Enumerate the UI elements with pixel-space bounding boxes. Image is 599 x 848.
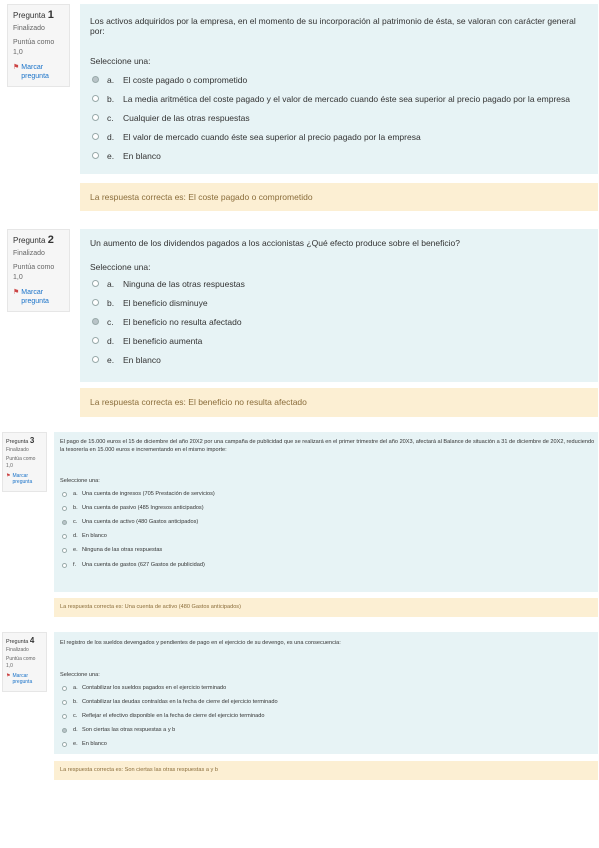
answer-option[interactable]: b. Contabilizar las deudas contraídas en … <box>62 695 278 709</box>
flag-icon: ⚑ <box>6 673 11 679</box>
answer-option[interactable]: b. Una cuenta de pasivo (485 Ingresos ant… <box>62 501 215 515</box>
question-info: Pregunta 3 Finalizado Puntúa como 1,0 ⚑ … <box>2 432 47 492</box>
answer-radio[interactable] <box>92 318 99 325</box>
question-number: Pregunta 3 <box>6 436 35 445</box>
answer-prompt: Seleccione una: <box>90 262 151 272</box>
answer-option[interactable]: e. En blanco <box>92 350 245 369</box>
answer-option[interactable]: c. Cualquier de las otras respuestas <box>92 108 570 127</box>
question-text: Un aumento de los dividendos pagados a l… <box>90 238 460 248</box>
answer-radio[interactable] <box>92 133 99 140</box>
answer-option[interactable]: c. Una cuenta de activo (480 Gastos antic… <box>62 515 215 529</box>
answer-list: a. Ninguna de las otras respuestas b. El b… <box>92 274 245 369</box>
question-number: Pregunta 2 <box>13 234 54 246</box>
question-text: Los activos adquiridos por la empresa, e… <box>90 16 576 36</box>
answer-radio[interactable] <box>92 337 99 344</box>
answer-radio[interactable] <box>62 713 67 719</box>
flag-icon: ⚑ <box>13 64 20 71</box>
answer-option[interactable]: e. En blanco <box>62 737 278 751</box>
question-grade: Puntúa como 1,0 <box>13 264 55 281</box>
answer-radio[interactable] <box>92 356 99 363</box>
answer-radio[interactable] <box>62 533 67 539</box>
answer-radio[interactable] <box>62 727 67 733</box>
answer-option[interactable]: a. Una cuenta de ingresos (705 Prestación… <box>62 487 215 501</box>
answer-list: a. Una cuenta de ingresos (705 Prestación… <box>62 487 215 573</box>
answer-option[interactable]: d. Son ciertas las otras respuestas a y b <box>62 723 278 737</box>
answer-prompt: Seleccione una: <box>60 478 100 484</box>
question-state: Finalizado <box>13 250 45 257</box>
answer-radio[interactable] <box>92 280 99 287</box>
question-content: El registro de los sueldos devengados y … <box>54 632 598 754</box>
question-grade: Puntúa como 1,0 <box>6 656 36 669</box>
question-info: Pregunta 4 Finalizado Puntúa como 1,0 ⚑ … <box>2 632 47 692</box>
flag-question-link[interactable]: ⚑ Marcar pregunta <box>13 288 64 306</box>
question-state: Finalizado <box>13 25 45 32</box>
flag-question-link[interactable]: ⚑ Marcar pregunta <box>13 63 64 81</box>
answer-prompt: Seleccione una: <box>90 56 151 66</box>
answer-option[interactable]: c. Reflejar el efectivo disponible en la … <box>62 709 278 723</box>
question-text: El registro de los sueldos devengados y … <box>60 640 341 646</box>
answer-option[interactable]: d. El valor de mercado cuando éste sea su… <box>92 127 570 146</box>
answer-option[interactable]: c. El beneficio no resulta afectado <box>92 312 245 331</box>
flag-question-link[interactable]: ⚑ Marcar pregunta <box>6 473 43 485</box>
answer-radio[interactable] <box>62 699 67 705</box>
answer-radio[interactable] <box>62 519 67 525</box>
question-state: Finalizado <box>6 447 29 453</box>
answer-radio[interactable] <box>92 152 99 159</box>
answer-radio[interactable] <box>62 505 67 511</box>
answer-radio[interactable] <box>92 95 99 102</box>
answer-option[interactable]: f. Una cuenta de gastos (627 Gastos de pu… <box>62 557 215 573</box>
question-info: Pregunta 2 Finalizado Puntúa como 1,0 ⚑ … <box>7 229 70 312</box>
answer-prompt: Seleccione una: <box>60 672 100 678</box>
correct-answer-feedback: La respuesta correcta es: El beneficio n… <box>80 388 598 417</box>
answer-option[interactable]: d. En blanco <box>62 529 215 543</box>
answer-list: a. El coste pagado o comprometido b. La me… <box>92 70 570 165</box>
question-info: Pregunta 1 Finalizado Puntúa como 1,0 ⚑ … <box>7 4 70 87</box>
correct-answer-feedback: La respuesta correcta es: Una cuenta de … <box>54 598 598 617</box>
answer-option[interactable]: e. Ninguna de las otras respuestas <box>62 543 215 557</box>
answer-option[interactable]: b. El beneficio disminuye <box>92 293 245 312</box>
flag-question-link[interactable]: ⚑ Marcar pregunta <box>6 673 43 685</box>
question-text: El pago de 15.000 euros el 15 de diciemb… <box>60 439 595 453</box>
answer-radio[interactable] <box>62 685 67 691</box>
question-state: Finalizado <box>6 647 29 653</box>
answer-option[interactable]: e. En blanco <box>92 146 570 165</box>
question-grade: Puntúa como 1,0 <box>6 456 36 469</box>
answer-option[interactable]: a. Ninguna de las otras respuestas <box>92 274 245 293</box>
correct-answer-feedback: La respuesta correcta es: El coste pagad… <box>80 183 598 211</box>
question-content: El pago de 15.000 euros el 15 de diciemb… <box>54 432 598 592</box>
answer-radio[interactable] <box>92 114 99 121</box>
answer-list: a. Contabilizar los sueldos pagados en el… <box>62 681 278 751</box>
flag-icon: ⚑ <box>6 473 11 479</box>
question-number: Pregunta 1 <box>13 9 54 21</box>
question-content: Un aumento de los dividendos pagados a l… <box>80 229 598 382</box>
answer-radio[interactable] <box>62 547 67 553</box>
correct-answer-feedback: La respuesta correcta es: Son ciertas la… <box>54 761 598 780</box>
answer-option[interactable]: d. El beneficio aumenta <box>92 331 245 350</box>
answer-radio[interactable] <box>92 76 99 83</box>
question-number: Pregunta 4 <box>6 636 35 645</box>
flag-icon: ⚑ <box>13 289 20 296</box>
question-grade: Puntúa como 1,0 <box>13 39 55 56</box>
answer-radio[interactable] <box>62 491 67 497</box>
question-content: Los activos adquiridos por la empresa, e… <box>80 4 598 174</box>
answer-option[interactable]: a. Contabilizar los sueldos pagados en el… <box>62 681 278 695</box>
answer-option[interactable]: b. La media aritmética del coste pagado y… <box>92 89 570 108</box>
answer-radio[interactable] <box>62 562 67 568</box>
answer-radio[interactable] <box>92 299 99 306</box>
answer-radio[interactable] <box>62 741 67 747</box>
answer-option[interactable]: a. El coste pagado o comprometido <box>92 70 570 89</box>
